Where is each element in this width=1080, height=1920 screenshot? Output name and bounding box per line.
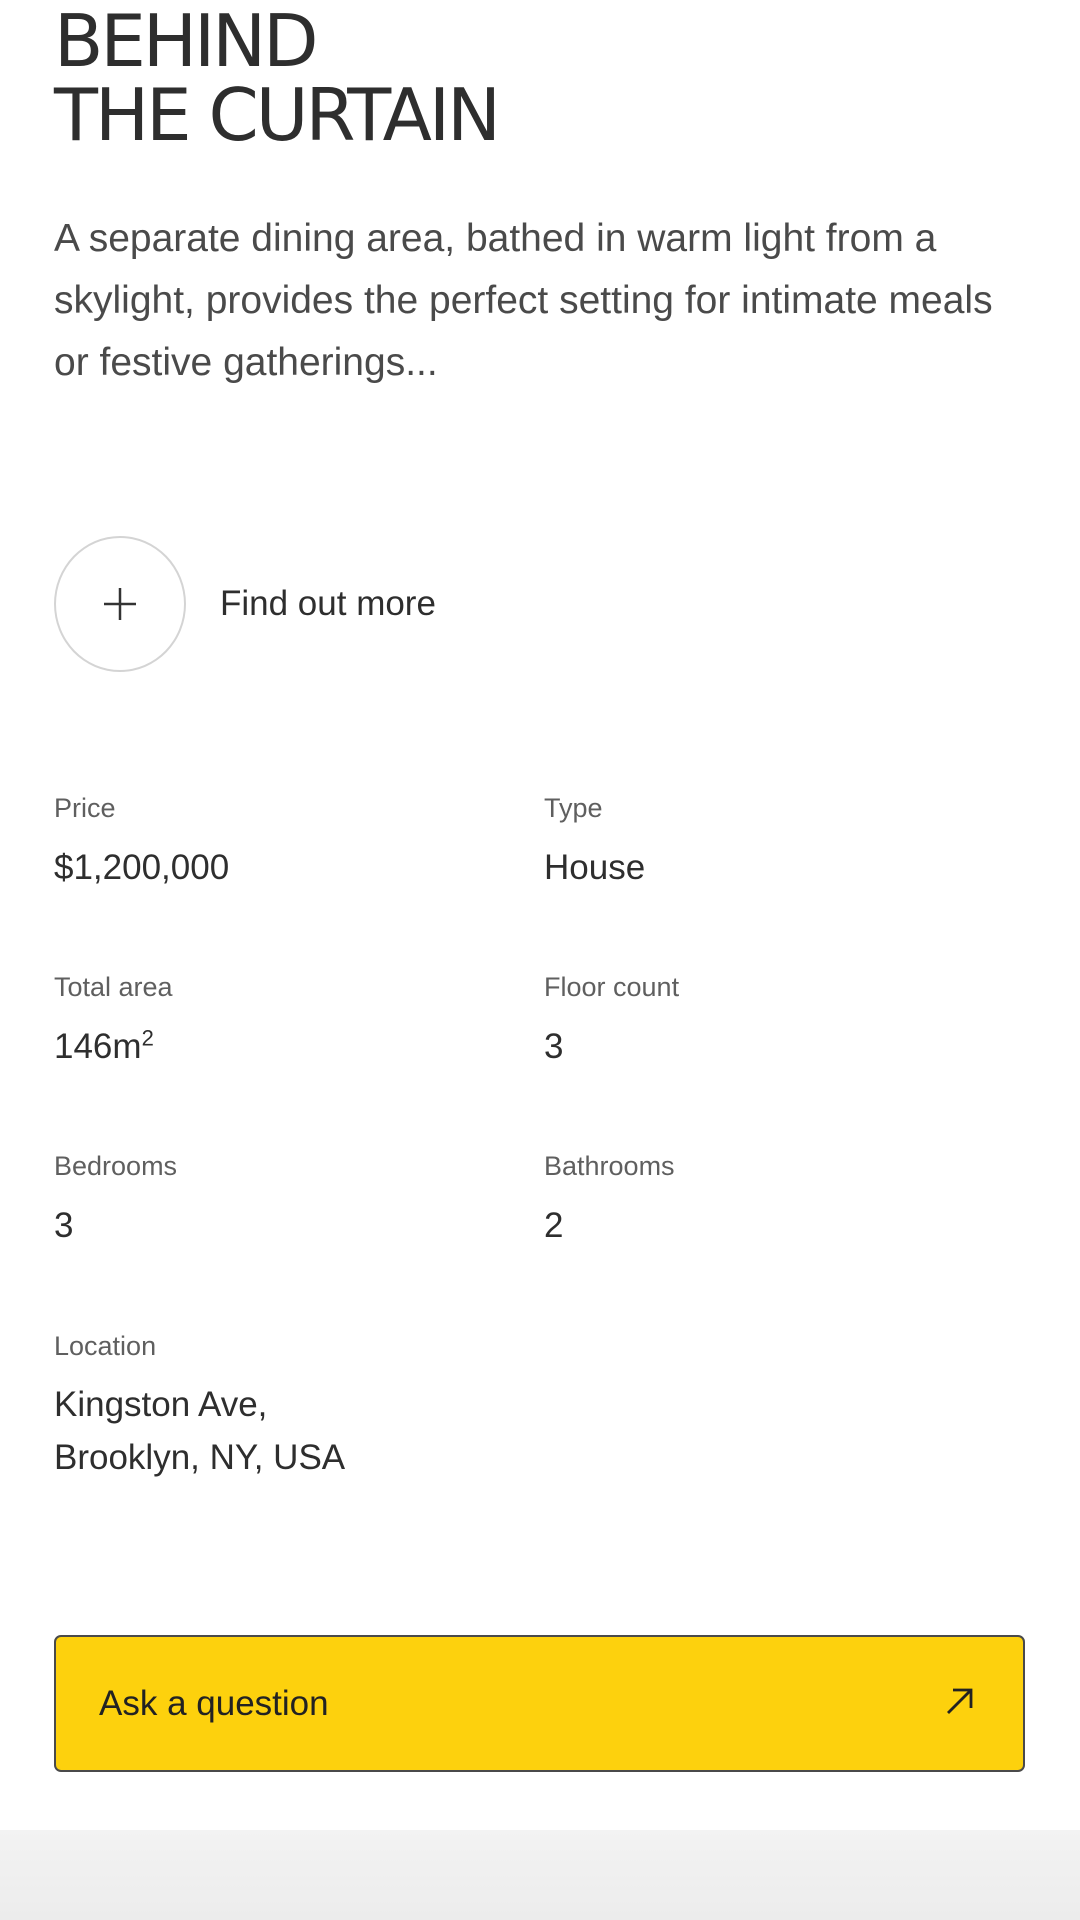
plus-icon bbox=[54, 536, 186, 672]
find-out-more-button[interactable]: Find out more bbox=[54, 535, 436, 673]
arrow-up-right-icon bbox=[945, 1686, 975, 1721]
spec-type-value: House bbox=[544, 848, 646, 887]
spec-floor-count-label: Floor count bbox=[544, 972, 680, 1002]
spec-total-area-value: 146m2 bbox=[54, 1026, 494, 1068]
spec-location: Location Kingston Ave, Brooklyn, NY, USA bbox=[54, 1329, 654, 1484]
property-description: A separate dining area, bathed in warm l… bbox=[54, 217, 993, 384]
title-line-2: THE CURTAIN bbox=[54, 73, 501, 157]
spec-floor-count: Floor count 3 bbox=[544, 970, 984, 1068]
spec-location-line-1: Kingston Ave, bbox=[54, 1385, 268, 1424]
spec-total-area: Total area 146m2 bbox=[54, 970, 494, 1068]
spec-bathrooms-value: 2 bbox=[544, 1206, 564, 1245]
spec-bedrooms-value: 3 bbox=[54, 1206, 74, 1245]
spec-price-label: Price bbox=[54, 793, 116, 823]
spec-type: Type House bbox=[544, 791, 984, 889]
spec-bathrooms-label: Bathrooms bbox=[544, 1151, 675, 1181]
ask-question-button[interactable]: Ask a question bbox=[54, 1635, 1025, 1772]
spec-price-value: $1,200,000 bbox=[54, 848, 230, 887]
spec-location-label: Location bbox=[54, 1331, 157, 1361]
spec-type-label: Type bbox=[544, 793, 603, 823]
spec-bathrooms: Bathrooms 2 bbox=[544, 1149, 984, 1247]
spec-total-area-label: Total area bbox=[54, 972, 173, 1002]
spec-bedrooms: Bedrooms 3 bbox=[54, 1149, 494, 1247]
spec-floor-count-value: 3 bbox=[544, 1027, 564, 1066]
spec-location-value: Kingston Ave, Brooklyn, NY, USA bbox=[54, 1378, 654, 1484]
spec-location-line-2: Brooklyn, NY, USA bbox=[54, 1438, 346, 1477]
spec-total-area-number: 146m bbox=[54, 1027, 142, 1066]
title-line-1: BEHIND bbox=[54, 0, 319, 83]
spec-bedrooms-label: Bedrooms bbox=[54, 1151, 178, 1181]
footer-image-strip bbox=[0, 1830, 1080, 1920]
spec-price: Price $1,200,000 bbox=[54, 791, 494, 889]
find-out-more-label: Find out more bbox=[220, 584, 436, 623]
page-title: BEHIND THE CURTAIN bbox=[54, 4, 954, 152]
spec-total-area-unit-exponent: 2 bbox=[141, 1025, 154, 1051]
ask-question-label: Ask a question bbox=[99, 1683, 329, 1723]
